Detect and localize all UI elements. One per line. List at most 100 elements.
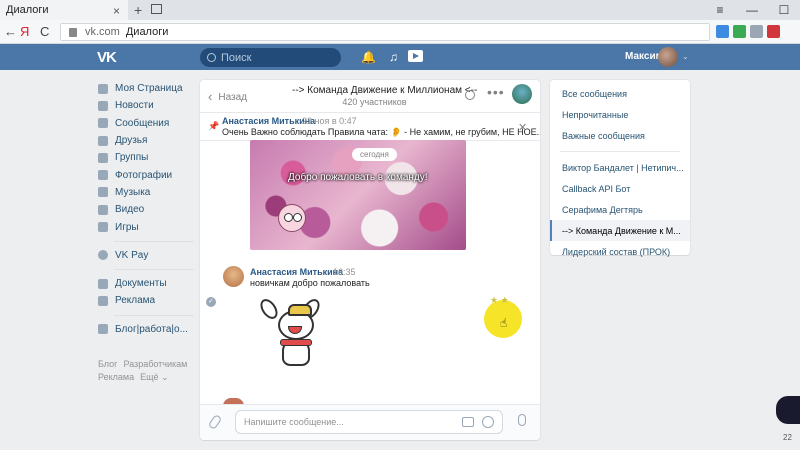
sidebar-item-label: Видео	[115, 204, 145, 216]
smile-icon[interactable]	[482, 416, 494, 428]
more-icon[interactable]: •••	[487, 84, 505, 100]
new-tab-icon[interactable]: +	[134, 2, 142, 18]
list-item[interactable]: Серафима Дегтярь	[550, 199, 690, 220]
notifications-icon[interactable]: 🔔	[361, 50, 376, 64]
footer-link[interactable]: Разработчикам	[123, 359, 187, 369]
music-icon	[98, 187, 108, 198]
music-note-icon[interactable]: ♫	[389, 50, 398, 64]
sidebar-item-news[interactable]: Новости	[98, 97, 198, 114]
rabbit-sticker[interactable]	[256, 295, 338, 378]
avatar[interactable]	[223, 266, 244, 287]
divider	[114, 240, 194, 242]
pinned-message[interactable]: 📌 Анастасия Митькина 22 ноя в 0:47 Очень…	[200, 114, 540, 141]
url-field[interactable]: vk.com Диалоги	[60, 23, 710, 41]
ads-icon	[98, 295, 108, 306]
close-icon[interactable]: ✕	[518, 121, 527, 134]
url-domain: vk.com	[85, 26, 120, 38]
sidebar-item-vkpay[interactable]: VK Pay	[98, 247, 198, 264]
menu-icon[interactable]: ≡	[704, 3, 736, 17]
tab-close-icon[interactable]: ×	[113, 4, 120, 18]
filter-important[interactable]: Важные сообщения	[550, 125, 690, 146]
pinned-date: 22 ноя в 0:47	[302, 116, 357, 126]
list-item-active[interactable]: --> Команда Движение к М...	[550, 220, 690, 241]
message-text: новичкам добро пожаловать	[250, 278, 370, 288]
dialog-filter-list: Все сообщения Непрочитанные Важные сообщ…	[550, 80, 690, 257]
search-placeholder: Поиск	[221, 51, 252, 64]
minimize-icon[interactable]: —	[736, 3, 768, 17]
check-icon[interactable]: ✓	[206, 297, 216, 307]
microphone-icon[interactable]	[518, 414, 526, 426]
message-input[interactable]	[236, 411, 446, 433]
sidebar-item-ads[interactable]: Реклама	[98, 292, 198, 309]
maximize-icon[interactable]: ☐	[768, 3, 800, 17]
search-icon[interactable]	[465, 90, 475, 100]
attach-icon[interactable]	[207, 413, 223, 431]
sidebar-item-label: Фотографии	[115, 169, 173, 181]
list-item[interactable]: Callback API Бот	[550, 178, 690, 199]
message-author[interactable]: Анастасия Митькина	[250, 267, 343, 277]
sidebar-item-groups[interactable]: Группы	[98, 149, 198, 166]
video-play-icon[interactable]	[408, 50, 423, 62]
yandex-icon[interactable]: Я	[20, 24, 29, 39]
extension-icon[interactable]	[767, 25, 780, 38]
sticker-hat	[288, 304, 312, 316]
sidebar-item-label: Сообщения	[115, 117, 170, 129]
docs-icon	[98, 278, 108, 289]
sidebar-item-games[interactable]: Игры	[98, 218, 198, 235]
extension-icon[interactable]	[733, 25, 746, 38]
sidebar-item-video[interactable]: Видео	[98, 201, 198, 218]
message-input-box[interactable]	[235, 410, 503, 434]
message-time[interactable]: 16:35	[333, 267, 356, 277]
sticker-ear	[256, 295, 282, 323]
back-button[interactable]: ‹ Назад	[208, 89, 247, 104]
pinned-text: Очень Важно соблюдать Правила чата: 👂 - …	[222, 127, 540, 137]
chat-members-count[interactable]: 420 участников	[292, 97, 457, 107]
sidebar-item-docs[interactable]: Документы	[98, 275, 198, 292]
stars-icon: ★ ★	[490, 295, 509, 305]
friends-icon	[98, 135, 108, 146]
avatar[interactable]	[658, 47, 678, 67]
vk-header: VK Поиск 🔔 ♫ Максим ⌄	[0, 44, 800, 70]
window-controls: ≡ — ☐	[704, 0, 800, 20]
filter-unread[interactable]: Непрочитанные	[550, 104, 690, 125]
reload-icon[interactable]: C	[40, 24, 49, 39]
sidebar-item-messages[interactable]: Сообщения	[98, 115, 198, 132]
extensions	[716, 25, 780, 38]
vk-logo[interactable]: VK	[97, 49, 119, 66]
home-icon	[98, 83, 108, 94]
list-item[interactable]: Виктор Бандалет | Нетипич...	[550, 157, 690, 178]
extension-icon[interactable]	[750, 25, 763, 38]
pin-icon: 📌	[208, 121, 220, 131]
back-arrow-icon[interactable]: ←	[4, 24, 17, 39]
sidebar-item-label: Друзья	[115, 135, 148, 147]
chevron-down-icon[interactable]: ⌄	[682, 52, 689, 61]
url-page: Диалоги	[125, 26, 169, 38]
chat-title[interactable]: --> Команда Движение к Миллионам <--	[292, 85, 477, 96]
sidebar-item-music[interactable]: Музыка	[98, 184, 198, 201]
sidebar-item-my-page[interactable]: Моя Страница	[98, 80, 198, 97]
tab-pip-icon[interactable]	[151, 4, 162, 14]
search-input[interactable]: Поиск	[200, 48, 341, 67]
footer-link[interactable]: Реклама	[98, 372, 134, 382]
sidebar-item-friends[interactable]: Друзья	[98, 132, 198, 149]
camera-icon[interactable]	[462, 417, 474, 427]
chat-avatar[interactable]	[512, 84, 532, 104]
back-label: Назад	[218, 92, 247, 103]
sidebar-item-photos[interactable]: Фотографии	[98, 166, 198, 183]
news-icon	[98, 100, 108, 111]
sticker-scarf	[280, 339, 312, 346]
browser-tab-bar: Диалоги × + ≡ — ☐	[0, 0, 800, 20]
sidebar-item-blog[interactable]: Блог|работа|о...	[98, 321, 198, 338]
sidebar-item-label: Реклама	[115, 295, 156, 307]
divider	[114, 314, 194, 316]
footer-link[interactable]: Ещё ⌄	[140, 372, 168, 382]
emoji-sticker-icon	[278, 204, 306, 232]
filter-all-messages[interactable]: Все сообщения	[550, 83, 690, 104]
footer-link[interactable]: Блог	[98, 359, 117, 369]
extension-icon[interactable]	[716, 25, 729, 38]
side-widget[interactable]	[776, 396, 800, 424]
side-count: 22	[783, 433, 792, 442]
browser-tab[interactable]: Диалоги ×	[0, 0, 128, 20]
photo-caption: Добро пожаловать в команду!	[288, 172, 428, 183]
list-item[interactable]: Лидерский состав (ПРОК)	[550, 241, 690, 262]
